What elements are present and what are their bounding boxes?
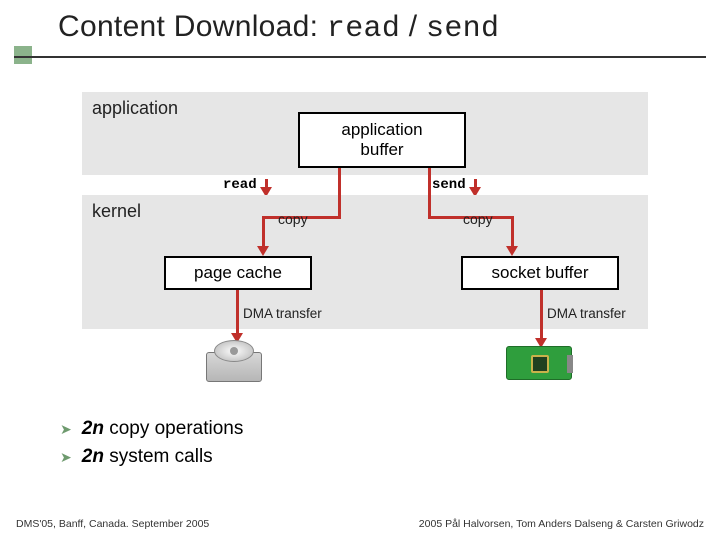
title-code-read: read bbox=[327, 12, 400, 46]
hard-disk-icon bbox=[206, 338, 262, 384]
bullet-text: 2n copy operations bbox=[82, 418, 244, 440]
dma-label-right: DMA transfer bbox=[547, 306, 626, 321]
socket-buffer-text: socket buffer bbox=[491, 263, 588, 283]
title-underline bbox=[14, 56, 706, 58]
page-cache-text: page cache bbox=[194, 263, 282, 283]
copy-label-left: copy bbox=[278, 211, 308, 227]
bullet-pre: 2 bbox=[82, 418, 93, 439]
bullet-rest: copy operations bbox=[104, 418, 243, 439]
dma-left-shaft bbox=[236, 290, 239, 335]
copy-left-seg1 bbox=[338, 168, 341, 216]
copy-left-head bbox=[257, 246, 269, 256]
bullet-rest: system calls bbox=[104, 446, 213, 467]
dma-right-shaft bbox=[540, 290, 543, 340]
bullet-row: ➤ 2n system calls bbox=[60, 446, 243, 468]
page-cache-box: page cache bbox=[164, 256, 312, 290]
footer-right: 2005 Pål Halvorsen, Tom Anders Dalseng &… bbox=[419, 518, 704, 530]
application-buffer-box: application buffer bbox=[298, 112, 466, 168]
bullet-pre: 2 bbox=[82, 446, 93, 467]
title-sep: / bbox=[400, 10, 426, 43]
dma-label-left: DMA transfer bbox=[243, 306, 322, 321]
read-label: read bbox=[223, 177, 257, 193]
bullet-row: ➤ 2n copy operations bbox=[60, 418, 243, 440]
bullet-text: 2n system calls bbox=[82, 446, 213, 468]
send-label: send bbox=[432, 177, 466, 193]
socket-buffer-box: socket buffer bbox=[461, 256, 619, 290]
app-buffer-line1: application bbox=[341, 120, 422, 140]
title-lead: Content Download: bbox=[58, 10, 327, 43]
page-title: Content Download: read / send bbox=[58, 10, 499, 46]
copy-right-seg1 bbox=[428, 168, 431, 216]
kernel-label: kernel bbox=[92, 201, 141, 222]
application-label: application bbox=[92, 98, 178, 119]
copy-label-right: copy bbox=[463, 211, 493, 227]
copy-right-seg3 bbox=[511, 216, 514, 248]
title-code-send: send bbox=[426, 12, 499, 46]
bullets: ➤ 2n copy operations ➤ 2n system calls bbox=[60, 418, 243, 474]
footer-left: DMS'05, Banff, Canada. September 2005 bbox=[16, 518, 209, 530]
network-card-icon bbox=[506, 346, 572, 380]
accent-square bbox=[14, 46, 32, 64]
copy-left-seg3 bbox=[262, 216, 265, 248]
bullet-glyph-icon: ➤ bbox=[60, 449, 72, 466]
bullet-n: n bbox=[92, 446, 104, 467]
bullet-n: n bbox=[92, 418, 104, 439]
app-buffer-line2: buffer bbox=[360, 140, 403, 160]
copy-right-head bbox=[506, 246, 518, 256]
bullet-glyph-icon: ➤ bbox=[60, 421, 72, 438]
